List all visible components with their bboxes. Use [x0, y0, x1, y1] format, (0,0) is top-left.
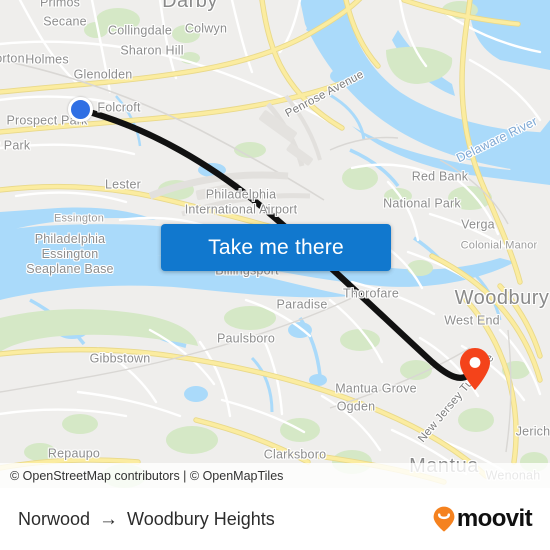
take-me-there-button[interactable]: Take me there — [161, 224, 391, 271]
attribution-text: © OpenStreetMap contributors | © OpenMap… — [10, 468, 284, 483]
destination-label: Woodbury Heights — [127, 508, 275, 529]
arrow-right-icon: → — [99, 508, 119, 530]
origin-marker-blue-dot[interactable] — [68, 97, 93, 122]
moovit-wordmark: moovit — [456, 505, 533, 532]
map-canvas[interactable]: PrimosDarbySecaneCollingdaleColwynortonH… — [0, 0, 550, 488]
origin-label: Norwood — [18, 508, 91, 529]
map-attribution[interactable]: © OpenStreetMap contributors | © OpenMap… — [0, 463, 550, 488]
moovit-route-map-widget: PrimosDarbySecaneCollingdaleColwynortonH… — [0, 0, 550, 550]
route-summary: Norwood → Woodbury Heights — [18, 509, 275, 530]
destination-marker-pin[interactable] — [459, 347, 491, 396]
moovit-pin-icon — [433, 506, 455, 532]
map-pin-icon — [460, 348, 490, 390]
footer-bar: Norwood → Woodbury Heights moovit — [0, 488, 550, 550]
moovit-logo[interactable]: moovit — [433, 505, 533, 533]
